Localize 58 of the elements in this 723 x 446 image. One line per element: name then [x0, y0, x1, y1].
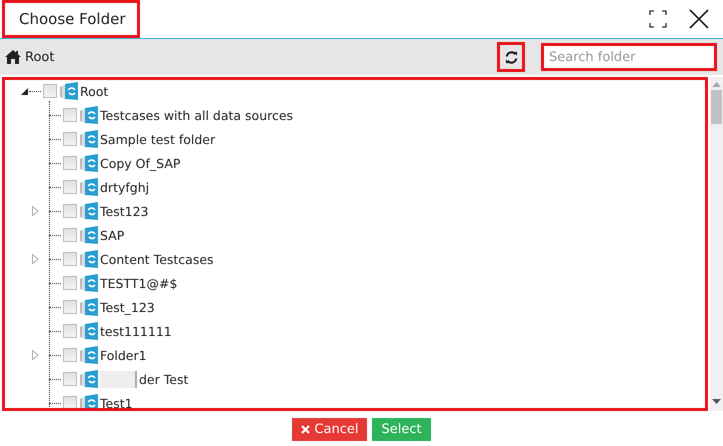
checkbox[interactable]	[63, 372, 77, 386]
folder-icon	[79, 225, 99, 245]
folder-icon	[79, 297, 99, 317]
dialog-title: Choose Folder	[2, 0, 140, 38]
expanded-arrow-icon[interactable]	[21, 88, 28, 94]
checkbox[interactable]	[63, 276, 77, 290]
checkbox[interactable]	[63, 324, 77, 338]
folder-icon	[79, 273, 99, 293]
folder-icon	[79, 345, 99, 365]
folder-label[interactable]: test111111	[100, 324, 172, 338]
folder-icon	[79, 105, 99, 125]
folder-icon	[79, 153, 99, 173]
folder-label[interactable]: Test123	[100, 204, 148, 218]
folder-label[interactable]: Copy Of_SAP	[100, 156, 180, 170]
folder-label[interactable]: Test_123	[100, 300, 155, 314]
collapsed-arrow-icon[interactable]	[32, 350, 39, 360]
checkbox[interactable]	[43, 84, 57, 98]
close-icon	[301, 425, 310, 434]
checkbox[interactable]	[63, 108, 77, 122]
home-icon[interactable]	[5, 50, 21, 64]
refresh-button[interactable]	[497, 42, 525, 72]
close-icon[interactable]	[689, 9, 709, 29]
checkbox[interactable]	[63, 204, 77, 218]
folder-icon	[79, 201, 99, 221]
cancel-button[interactable]: Cancel	[292, 418, 368, 441]
folder-label[interactable]: Testcases with all data sources	[100, 108, 294, 122]
collapsed-arrow-icon[interactable]	[32, 254, 39, 264]
folder-label[interactable]: drtyfghj	[100, 180, 150, 194]
folder-label[interactable]: Test1	[100, 396, 133, 410]
checkbox[interactable]	[63, 252, 77, 266]
folder-icon	[79, 129, 99, 149]
folder-icon	[79, 369, 99, 389]
folder-label[interactable]: Root	[80, 84, 108, 98]
folder-icon	[79, 177, 99, 197]
folder-label[interactable]: Sample test folder	[100, 132, 216, 146]
folder-icon	[79, 249, 99, 269]
folder-label[interactable]: TESTT1@#$	[100, 276, 178, 290]
refresh-icon	[504, 50, 518, 64]
folder-icon	[79, 321, 99, 341]
checkbox[interactable]	[63, 132, 77, 146]
maximize-icon[interactable]	[649, 10, 667, 28]
collapsed-arrow-icon[interactable]	[32, 206, 39, 216]
checkbox[interactable]	[63, 228, 77, 242]
folder-label[interactable]: SAP	[100, 228, 124, 242]
breadcrumb[interactable]: Root	[25, 50, 54, 64]
folder-label[interactable]: Content Testcases	[100, 252, 214, 266]
folder-label[interactable]: der Test	[139, 372, 188, 386]
search-field[interactable]: Search folder	[541, 43, 717, 71]
scrollbar[interactable]	[710, 77, 723, 411]
folder-icon	[59, 81, 79, 101]
folder-label[interactable]: Folder1	[100, 348, 147, 362]
scrollbar-thumb[interactable]	[711, 90, 722, 124]
scroll-down-icon[interactable]	[712, 399, 721, 405]
checkbox[interactable]	[63, 156, 77, 170]
checkbox[interactable]	[63, 300, 77, 314]
checkbox[interactable]	[63, 180, 77, 194]
scroll-up-icon[interactable]	[712, 82, 721, 88]
checkbox[interactable]	[63, 348, 77, 362]
